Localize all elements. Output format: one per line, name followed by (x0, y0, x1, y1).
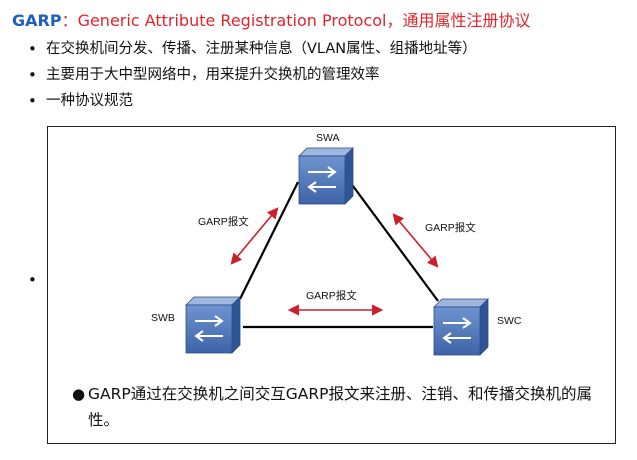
diagram-frame: SWA SWB SWC GARP报文 GARP报文 GARP报文 ● GARP通… (47, 126, 616, 444)
switch-label-swc: SWC (497, 315, 522, 327)
message-label-bottom: GARP报文 (306, 289, 357, 302)
link-swa-swb (239, 181, 299, 300)
switch-label-swb: SWB (151, 312, 175, 324)
bullet-item: 在交换机间分发、传播、注册某种信息（VLAN属性、组播地址等） (28, 36, 477, 62)
title-acronym: GARP (12, 11, 62, 30)
message-label-left: GARP报文 (198, 215, 249, 228)
switch-icon (298, 147, 354, 205)
title-expansion: ：Generic Attribute Registration Protocol… (61, 11, 531, 30)
bullet-marker: • (28, 271, 37, 289)
description-note: ● GARP通过在交换机之间交互GARP报文来注册、注销、和传播交换机的属性。 (72, 381, 606, 433)
link-swa-swc (349, 181, 439, 302)
message-label-right: GARP报文 (425, 221, 476, 234)
switch-label-swa: SWA (316, 132, 340, 144)
switch-icon (185, 296, 241, 354)
note-bullet-marker: ● (72, 385, 86, 403)
slide-title: GARP：Generic Attribute Registration Prot… (12, 7, 530, 31)
switch-icon (433, 298, 489, 356)
bullet-item: 一种协议规范 (28, 88, 477, 114)
note-text: GARP通过在交换机之间交互GARP报文来注册、注销、和传播交换机的属性。 (88, 385, 592, 429)
bullet-list: 在交换机间分发、传播、注册某种信息（VLAN属性、组播地址等） 主要用于大中型网… (28, 36, 477, 114)
bullet-item: 主要用于大中型网络中，用来提升交换机的管理效率 (28, 62, 477, 88)
